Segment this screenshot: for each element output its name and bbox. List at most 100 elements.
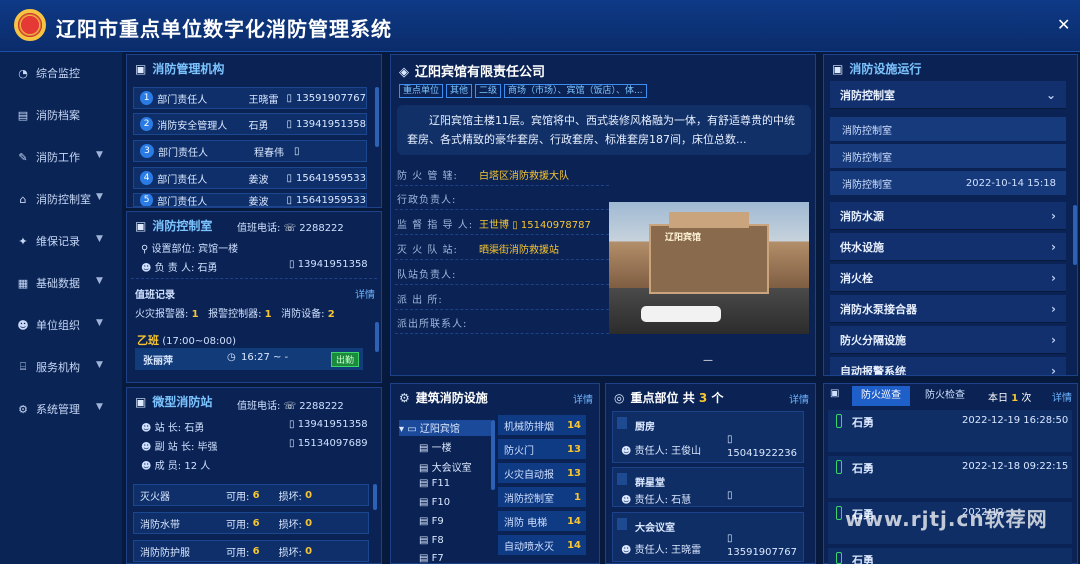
members: ☻ 成 员: 12 人: [141, 461, 211, 472]
tree-node[interactable]: ▤ 大会议室: [419, 459, 472, 474]
equipment-row[interactable]: 灭火器 可用: 6 损坏: 0: [133, 484, 369, 506]
role-label: 消防安全管理人: [157, 120, 228, 132]
scrollbar[interactable]: [491, 420, 495, 490]
equipment-run-panel: ▣ 消防设施运行 消防控制室 ⌄ 消防控制室 消防控制室 消防控制室 2022-10-…: [823, 54, 1078, 376]
patrol-record[interactable]: 石勇 2022-12-18 09:22:15: [828, 456, 1072, 498]
facility-item[interactable]: 消防控制室 1: [498, 487, 586, 507]
nav-item-system[interactable]: ⚙ 系统管理 ▼: [0, 388, 122, 430]
app-title: 辽阳市重点单位数字化消防管理系统: [56, 17, 392, 41]
equipment-row[interactable]: 消防水带 可用: 6 损坏: 0: [133, 512, 369, 534]
micro-station-panel: ▣ 微型消防站 值班电话: ☏ 2288222 ☻ 站 长: 石勇 ▯ 13941…: [126, 387, 382, 564]
close-icon[interactable]: ✕: [1057, 15, 1070, 34]
nav-item-control-room[interactable]: ⌂ 消防控制室 ▼: [0, 178, 122, 220]
phone-icon: ▯: [727, 490, 733, 501]
nav-item-basic-data[interactable]: ▦ 基础数据 ▼: [0, 262, 122, 304]
phone-icon: ▯: [512, 220, 518, 231]
edit-icon: ✎: [18, 150, 28, 164]
list-item[interactable]: 5 部门责任人 姜波 ▯ 15641959533: [133, 193, 367, 207]
phone-icon: ▯: [294, 145, 300, 157]
list-item[interactable]: 4 部门责任人 姜波 ▯ 15641959533: [133, 167, 367, 189]
area-name: 群星堂: [635, 478, 665, 489]
phone-number: 15641959533: [296, 172, 366, 184]
facility-item[interactable]: 自动喷水灭 14: [498, 535, 586, 555]
equipment-row[interactable]: 消防防护服 可用: 6 损坏: 0: [133, 540, 369, 562]
area-responsible: ☻ 责任人: 石慧: [621, 495, 692, 506]
patrol-time: 2022-12-19 16:28:50: [962, 415, 1069, 426]
info-value: 王世博 ▯ 15140978787: [479, 220, 591, 231]
key-area-card[interactable]: 厨房 ☻ 责任人: 王俊山 ▯ 15041922236: [612, 411, 804, 463]
facility-item[interactable]: 防火门 13: [498, 439, 586, 459]
scrollbar[interactable]: [375, 322, 379, 352]
scrollbar[interactable]: [373, 484, 377, 510]
patrol-record[interactable]: 石勇: [828, 548, 1072, 564]
status-indicator: [836, 506, 842, 520]
tab-fire-patrol[interactable]: 防火巡查: [852, 386, 910, 406]
tree-node[interactable]: ▤ F8: [419, 535, 444, 546]
facility-item[interactable]: 火灾自动报 13: [498, 463, 586, 483]
gear-icon: ⚙: [399, 391, 410, 405]
detail-link[interactable]: 详情: [573, 391, 593, 406]
tree-node[interactable]: ▤ F9: [419, 516, 444, 527]
accordion-control-room[interactable]: 消防控制室 ⌄: [830, 81, 1066, 109]
monitor-icon: ▣: [135, 219, 147, 233]
accordion-pump[interactable]: 消防水泵接合器 ›: [830, 295, 1066, 323]
building-photo[interactable]: 辽阳宾馆: [609, 202, 809, 334]
nav-item-overview[interactable]: ◔ 综合监控: [0, 52, 122, 94]
company-description: 辽阳宾馆主楼11层。宾馆将中、西式装修风格融为一体，有舒适尊贵的中统套房、各式精…: [397, 105, 811, 155]
list-item[interactable]: 2 消防安全管理人 石勇 ▯ 13941951358: [133, 113, 367, 135]
row-number: 3: [140, 144, 154, 158]
detail-link[interactable]: 详情: [789, 391, 809, 406]
key-area-card[interactable]: 群星堂 ☻ 责任人: 石慧 ▯: [612, 467, 804, 507]
tree-node[interactable]: ▤ F10: [419, 497, 450, 508]
list-item[interactable]: 1 部门责任人 王晓雷 ▯ 13591907767: [133, 87, 367, 109]
info-label: 监 督 指 导 人:: [397, 220, 474, 231]
patrol-record[interactable]: 石勇 2022-12-19 16:28:50: [828, 410, 1072, 452]
tree-root[interactable]: ▾ ▭ 辽阳宾馆: [399, 420, 491, 436]
accordion-water-supply[interactable]: 供水设施 ›: [830, 233, 1066, 261]
accordion-partition[interactable]: 防火分隔设施 ›: [830, 326, 1066, 354]
file-icon: ▤: [419, 497, 429, 508]
accordion-water-source[interactable]: 消防水源 ›: [830, 202, 1066, 230]
nav-item-work[interactable]: ✎ 消防工作 ▼: [0, 136, 122, 178]
tree-node[interactable]: ▤ F11: [419, 478, 450, 489]
shift-person-row[interactable]: 张丽萍 ◷ 16:27 ~ - 出勤: [135, 348, 363, 370]
tag-list: 重点单位 其他 二级 商场（市场）、宾馆（饭店）、体...: [399, 83, 650, 98]
sub-item[interactable]: 消防控制室: [830, 117, 1066, 141]
info-label: 队站负责人:: [397, 270, 457, 281]
scrollbar[interactable]: [1073, 205, 1077, 265]
facility-item[interactable]: 机械防排烟 14: [498, 415, 586, 435]
key-area-card[interactable]: 大会议室 ☻ 责任人: 王晓雷 ▯ 13591907767: [612, 512, 804, 562]
sub-item[interactable]: 消防控制室: [830, 144, 1066, 168]
list-item[interactable]: 3 部门责任人 程春伟 ▯: [133, 140, 367, 162]
file-icon: ▤: [17, 108, 29, 122]
detail-link[interactable]: 详情: [1052, 389, 1072, 404]
panel-icon: ▣: [830, 388, 839, 399]
status-badge: 出勤: [331, 352, 360, 367]
tree-node[interactable]: ▤ F7: [419, 553, 444, 563]
accordion-alarm[interactable]: 自动报警系统 ›: [830, 357, 1066, 375]
file-icon: ▤: [419, 463, 429, 474]
facility-item[interactable]: 消防 电梯 14: [498, 511, 586, 531]
info-value: 晒渠街消防救援站: [479, 245, 559, 256]
phone-icon: ▯: [289, 419, 298, 430]
carousel-indicator[interactable]: —: [703, 355, 713, 366]
sub-item[interactable]: 消防控制室 2022-10-14 15:18: [830, 171, 1066, 195]
accordion-hydrant[interactable]: 消火栓 ›: [830, 264, 1066, 292]
detail-link[interactable]: 详情: [355, 286, 375, 301]
tab-fire-check[interactable]: 防火检查: [916, 386, 974, 406]
tree-node[interactable]: ▤ 一楼: [419, 439, 452, 454]
nav-item-maintenance[interactable]: ✦ 维保记录 ▼: [0, 220, 122, 262]
nav-item-archive[interactable]: ▤ 消防档案: [0, 94, 122, 136]
person-name: 姜波: [248, 196, 269, 207]
car-shape: [641, 306, 721, 322]
nav-item-org[interactable]: ☻ 单位组织 ▼: [0, 304, 122, 346]
nav-item-service[interactable]: ⌸ 服务机构 ▼: [0, 346, 122, 388]
info-label: 派出所联系人:: [397, 319, 468, 330]
panel-title: ◎ 重点部位 共 3 个: [614, 391, 724, 405]
org-panel: ▣ 消防管理机构 1 部门责任人 王晓雷 ▯ 13591907767 2 消防安全管理人 石勇…: [126, 54, 382, 208]
phone-icon: ▯: [286, 194, 292, 206]
duty-phone: 值班电话: ☏ 2288222: [237, 223, 344, 234]
scrollbar[interactable]: [375, 87, 379, 147]
grid-icon: ▦: [17, 276, 29, 290]
info-label: 行政负责人:: [397, 195, 457, 206]
